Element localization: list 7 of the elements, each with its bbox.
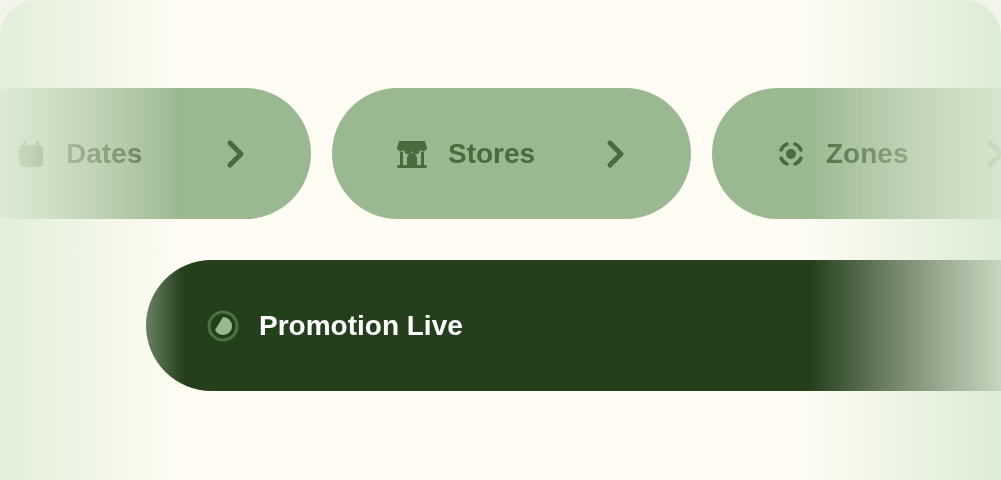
filter-chip[interactable]: Zones [712, 88, 1001, 219]
filter-chip[interactable]: Stores [332, 88, 691, 219]
store-icon [396, 138, 428, 169]
filter-chip[interactable]: Dates [0, 88, 311, 219]
status-label: Promotion Live [259, 309, 463, 342]
progress-icon [207, 309, 239, 342]
calendar-icon [16, 138, 46, 169]
